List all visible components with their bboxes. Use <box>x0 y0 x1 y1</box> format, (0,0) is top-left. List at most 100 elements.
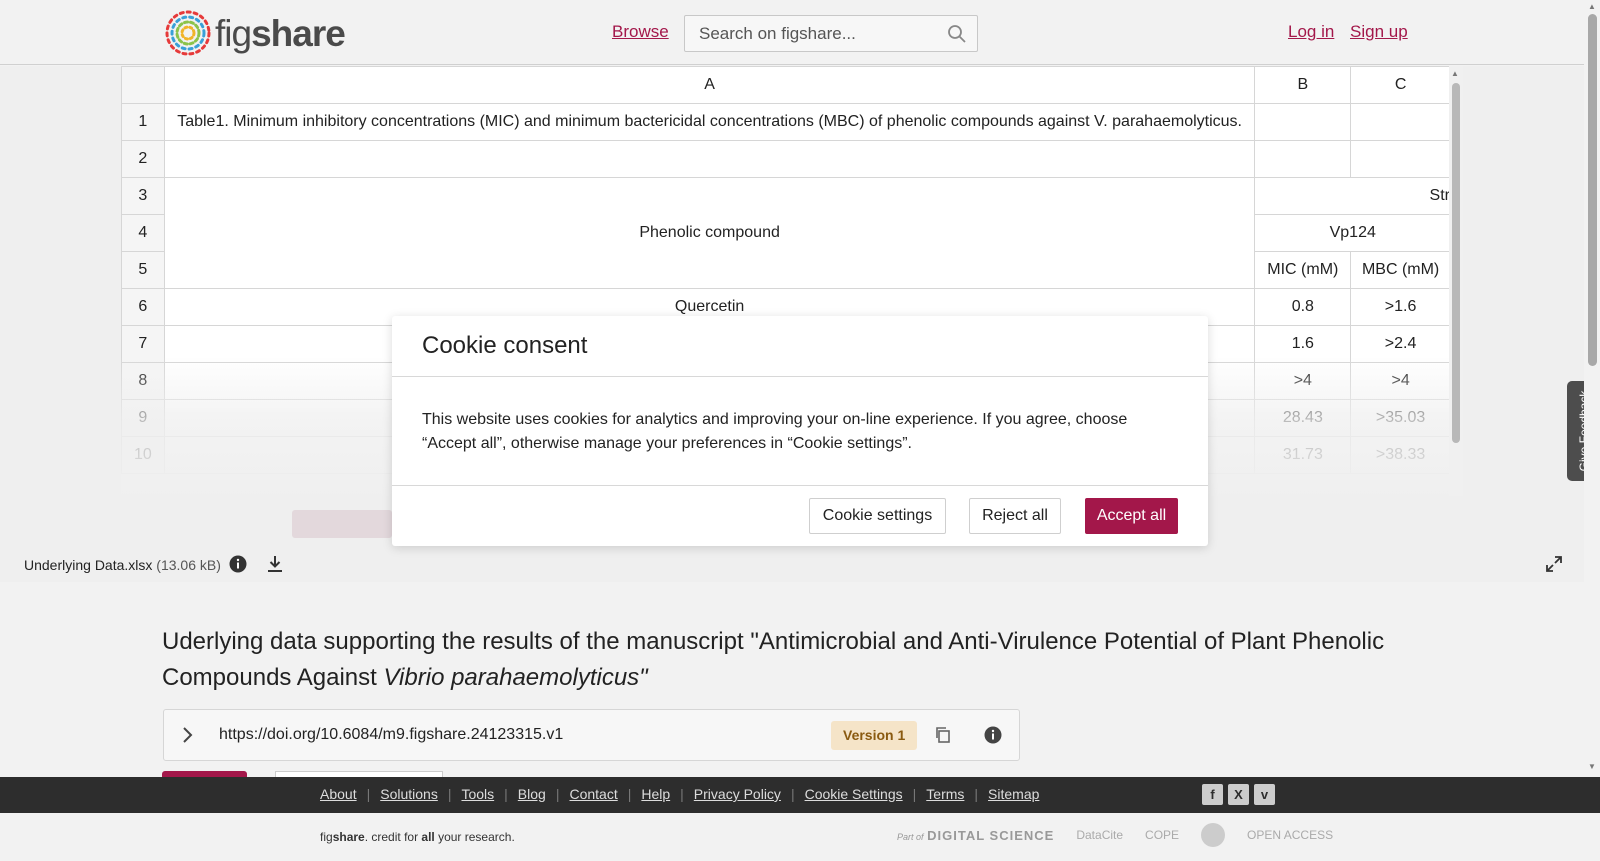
cell[interactable]: >4 <box>1254 362 1352 400</box>
footer-link-cookie-settings[interactable]: Cookie Settings <box>805 786 903 802</box>
page-scrollbar[interactable]: ▲ ▼ <box>1584 0 1600 777</box>
row-header[interactable]: 1 <box>121 103 165 141</box>
cell[interactable]: 1.6 <box>1254 325 1352 363</box>
doi-info-icon[interactable] <box>984 726 1002 749</box>
search-box[interactable] <box>684 15 978 52</box>
search-icon[interactable] <box>947 24 967 49</box>
footer-link-blog[interactable]: Blog <box>518 786 546 802</box>
footer-link-solutions[interactable]: Solutions <box>380 786 438 802</box>
download-icon[interactable] <box>266 555 284 578</box>
cell[interactable]: >4 <box>1350 362 1451 400</box>
cell[interactable]: >2.4 <box>1350 325 1451 363</box>
footer-link-sitemap[interactable]: Sitemap <box>988 786 1039 802</box>
datacite-logo[interactable]: DataCite <box>1076 828 1123 842</box>
signup-link[interactable]: Sign up <box>1350 22 1408 42</box>
merged-cell[interactable]: Vp124 <box>1254 214 1451 252</box>
cell[interactable] <box>1350 140 1451 178</box>
scroll-down-arrow-icon[interactable]: ▼ <box>1588 762 1596 771</box>
open-access-logo[interactable]: OPEN ACCESS <box>1247 828 1333 842</box>
dialog-body: This website uses cookies for analytics … <box>422 411 1128 452</box>
scrollbar-thumb[interactable] <box>1452 83 1460 443</box>
vimeo-icon[interactable]: v <box>1254 784 1275 805</box>
figshare-logo-icon <box>165 10 211 56</box>
cell[interactable]: 0.8 <box>1254 288 1352 326</box>
row-header[interactable]: 4 <box>121 214 165 252</box>
file-bar: Underlying Data.xlsx (13.06 kB) <box>0 546 1584 584</box>
facebook-icon[interactable]: f <box>1202 784 1223 805</box>
footer-bottom: figshare. credit for all your research. … <box>0 813 1600 861</box>
row-header[interactable]: 9 <box>121 399 165 437</box>
corner-cell <box>121 66 165 104</box>
digital-science-logo[interactable]: Part of DIGITAL SCIENCE <box>897 828 1054 843</box>
doi-link[interactable]: https://doi.org/10.6084/m9.figshare.2412… <box>219 726 563 744</box>
column-header[interactable]: C <box>1350 66 1451 104</box>
cope-logo[interactable]: COPE <box>1145 828 1179 842</box>
file-size: (13.06 kB) <box>156 557 221 573</box>
page-scrollbar-thumb[interactable] <box>1588 14 1597 366</box>
scroll-up-arrow-icon[interactable]: ▲ <box>1588 2 1596 11</box>
row-header[interactable]: 8 <box>121 362 165 400</box>
footer-link-terms[interactable]: Terms <box>926 786 964 802</box>
table-row: 2 <box>121 140 1451 178</box>
footer-tagline: figshare. credit for all your research. <box>320 830 515 844</box>
partner-logos: Part of DIGITAL SCIENCE DataCite COPE OP… <box>897 823 1333 847</box>
footer-link-help[interactable]: Help <box>641 786 670 802</box>
accept-all-button[interactable]: Accept all <box>1085 498 1178 534</box>
row-header[interactable]: 6 <box>121 288 165 326</box>
login-link[interactable]: Log in <box>1288 22 1334 42</box>
column-header[interactable]: A <box>163 66 1256 104</box>
scroll-up-arrow-icon[interactable]: ▲ <box>1451 69 1459 78</box>
footer-link-contact[interactable]: Contact <box>569 786 617 802</box>
row-header[interactable]: 10 <box>121 436 165 474</box>
chevron-right-icon[interactable] <box>180 724 196 751</box>
x-twitter-icon[interactable]: X <box>1228 784 1249 805</box>
row-header[interactable]: 2 <box>121 140 165 178</box>
file-name: Underlying Data.xlsx (13.06 kB) <box>24 557 221 573</box>
spreadsheet-scrollbar[interactable]: ▲ <box>1449 66 1463 496</box>
footer-link-tools[interactable]: Tools <box>461 786 494 802</box>
cell[interactable] <box>1254 103 1352 141</box>
dialog-title: Cookie consent <box>422 332 588 359</box>
sheet-tab[interactable] <box>292 510 392 538</box>
footer-links: About | Solutions | Tools | Blog | Contact | … <box>320 786 1040 802</box>
cookie-settings-button[interactable]: Cookie settings <box>809 498 946 534</box>
cell[interactable]: 31.73 <box>1254 436 1352 474</box>
social-links: f X v <box>1202 784 1275 805</box>
footer-nav: About | Solutions | Tools | Blog | Contact | … <box>0 777 1600 813</box>
row-header[interactable]: 3 <box>121 177 165 215</box>
cell[interactable]: >1.6 <box>1350 288 1451 326</box>
merged-cell[interactable]: Phenolic compound <box>163 177 1256 289</box>
seal-logo-icon[interactable] <box>1201 823 1226 847</box>
cell[interactable] <box>163 140 1256 178</box>
cell[interactable]: MBC (mM) <box>1350 251 1451 289</box>
figshare-logo[interactable]: figshare <box>163 7 346 59</box>
info-icon[interactable] <box>229 555 247 578</box>
cell[interactable] <box>1350 103 1451 141</box>
cell[interactable] <box>1254 140 1352 178</box>
site-header: figshare Browse Log in Sign up <box>0 0 1584 65</box>
row-header[interactable]: 5 <box>121 251 165 289</box>
cell[interactable]: >38.33 <box>1350 436 1451 474</box>
cell[interactable]: 28.43 <box>1254 399 1352 437</box>
reject-all-button[interactable]: Reject all <box>969 498 1061 534</box>
footer-link-about[interactable]: About <box>320 786 357 802</box>
cell[interactable]: >35.03 <box>1350 399 1451 437</box>
browse-link[interactable]: Browse <box>612 22 669 42</box>
copy-icon[interactable] <box>934 726 952 749</box>
fullscreen-icon[interactable] <box>1546 556 1562 577</box>
doi-box: https://doi.org/10.6084/m9.figshare.2412… <box>163 709 1020 761</box>
cookie-consent-dialog: Cookie consent This website uses cookies… <box>392 316 1208 546</box>
cell[interactable]: MIC (mM) <box>1254 251 1352 289</box>
footer-link-privacy-policy[interactable]: Privacy Policy <box>694 786 781 802</box>
cell[interactable]: Table1. Minimum inhibitory concentration… <box>163 103 1256 141</box>
dialog-header: Cookie consent <box>392 316 1208 377</box>
version-badge[interactable]: Version 1 <box>831 721 918 750</box>
table-row: 1 Table1. Minimum inhibitory concentrati… <box>121 103 1451 141</box>
column-header-row: A B C <box>121 66 1451 104</box>
row-header[interactable]: 7 <box>121 325 165 363</box>
article-title: Uderlying data supporting the results of… <box>162 628 1385 691</box>
merged-cell[interactable]: Str <box>1254 177 1451 215</box>
column-header[interactable]: B <box>1254 66 1352 104</box>
dialog-footer: Cookie settings Reject all Accept all <box>392 485 1208 546</box>
search-input[interactable] <box>685 16 935 51</box>
